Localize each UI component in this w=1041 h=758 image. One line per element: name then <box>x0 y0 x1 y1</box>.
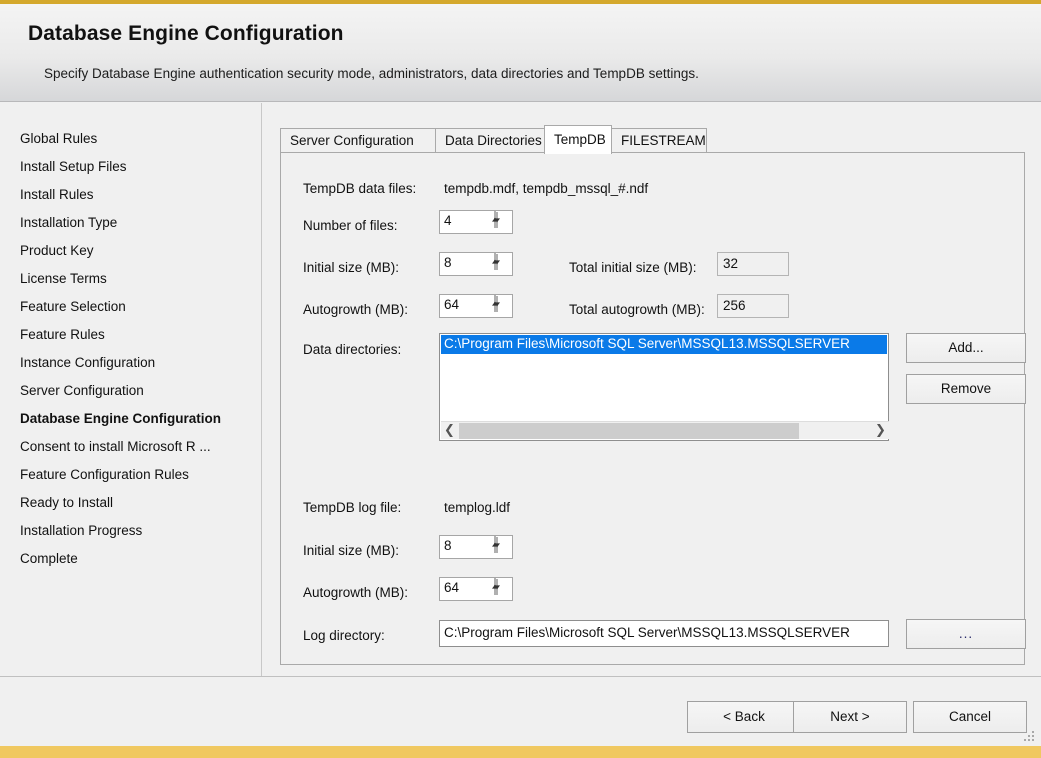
add-directory-button[interactable]: Add... <box>906 333 1026 363</box>
log-initial-size-stepper[interactable]: 8 <box>439 535 513 559</box>
tempdb-data-files-value: tempdb.mdf, tempdb_mssql_#.ndf <box>444 181 649 196</box>
spin-down-icon[interactable] <box>494 254 500 270</box>
sidebar-item[interactable]: Install Rules <box>20 181 260 209</box>
total-initial-size-label: Total initial size (MB): <box>569 260 697 275</box>
log-directory-value: C:\Program Files\Microsoft SQL Server\MS… <box>444 625 850 640</box>
tab-tempdb[interactable]: TempDB <box>544 125 612 154</box>
scroll-right-icon[interactable]: ❯ <box>872 422 889 440</box>
sidebar-item[interactable]: Ready to Install <box>20 489 260 517</box>
sidebar-item[interactable]: Installation Type <box>20 209 260 237</box>
log-initial-size-spin-buttons[interactable] <box>492 536 511 557</box>
data-directories-hscrollbar[interactable]: ❮ ❯ <box>441 421 889 439</box>
wizard-step-list: Global Rules Install Setup Files Install R… <box>20 125 260 573</box>
total-autogrowth-label: Total autogrowth (MB): <box>569 302 705 317</box>
data-directories-selected-item[interactable]: C:\Program Files\Microsoft SQL Server\MS… <box>441 335 887 354</box>
cancel-button[interactable]: Cancel <box>913 701 1027 733</box>
number-of-files-stepper[interactable]: 4 <box>439 210 513 234</box>
total-initial-size-value: 32 <box>723 256 739 271</box>
sidebar-item[interactable]: License Terms <box>20 265 260 293</box>
spin-down-icon[interactable] <box>494 212 500 228</box>
data-initial-size-stepper[interactable]: 8 <box>439 252 513 276</box>
data-initial-size-spin-buttons[interactable] <box>492 253 511 274</box>
total-autogrowth-field: 256 <box>717 294 789 318</box>
data-autogrowth-stepper[interactable]: 64 <box>439 294 513 318</box>
sidebar-item[interactable]: Install Setup Files <box>20 153 260 181</box>
sidebar-item[interactable]: Feature Selection <box>20 293 260 321</box>
spin-down-icon[interactable] <box>494 537 500 553</box>
content-area: Server Configuration Data Directories Temp… <box>263 103 1041 676</box>
tempdb-data-files-label: TempDB data files: <box>303 181 417 196</box>
wizard-footer: < Back Next > Cancel <box>0 677 1041 746</box>
log-autogrowth-stepper[interactable]: 64 <box>439 577 513 601</box>
log-autogrowth-label: Autogrowth (MB): <box>303 585 409 600</box>
sidebar-item[interactable]: Feature Rules <box>20 321 260 349</box>
number-of-files-value: 4 <box>444 213 452 228</box>
tempdb-log-file-value: templog.ldf <box>444 500 511 515</box>
next-button[interactable]: Next > <box>793 701 907 733</box>
remove-directory-button[interactable]: Remove <box>906 374 1026 404</box>
sidebar-item[interactable]: Complete <box>20 545 260 573</box>
spin-down-icon[interactable] <box>494 296 500 312</box>
data-directories-label: Data directories: <box>303 342 402 357</box>
data-autogrowth-label: Autogrowth (MB): <box>303 302 409 317</box>
number-of-files-spin-buttons[interactable] <box>492 211 511 232</box>
sidebar-item[interactable]: Global Rules <box>20 125 260 153</box>
log-directory-input[interactable]: C:\Program Files\Microsoft SQL Server\MS… <box>439 620 889 647</box>
sidebar-item[interactable]: Database Engine Configuration <box>20 405 260 433</box>
log-initial-size-value: 8 <box>444 538 452 553</box>
sidebar-item[interactable]: Consent to install Microsoft R ... <box>20 433 260 461</box>
sidebar-item[interactable]: Installation Progress <box>20 517 260 545</box>
data-directories-listbox[interactable]: C:\Program Files\Microsoft SQL Server\MS… <box>439 333 889 441</box>
sidebar-item[interactable]: Feature Configuration Rules <box>20 461 260 489</box>
scroll-left-icon[interactable]: ❮ <box>441 422 458 440</box>
tab-filestream[interactable]: FILESTREAM <box>611 128 707 153</box>
sidebar-item[interactable]: Product Key <box>20 237 260 265</box>
resize-grip-icon[interactable] <box>1024 731 1036 743</box>
tab-server-configuration[interactable]: Server Configuration <box>280 128 436 153</box>
hscroll-thumb[interactable] <box>459 423 799 439</box>
data-initial-size-label: Initial size (MB): <box>303 260 400 275</box>
bottom-accent-bar <box>0 746 1041 758</box>
wizard-step-sidebar: Global Rules Install Setup Files Install R… <box>0 103 262 676</box>
spin-down-icon[interactable] <box>494 579 500 595</box>
tab-strip: Server Configuration Data Directories Temp… <box>280 125 1025 154</box>
number-of-files-label: Number of files: <box>303 218 398 233</box>
data-autogrowth-value: 64 <box>444 297 460 312</box>
page-subtitle: Specify Database Engine authentication s… <box>44 66 699 81</box>
log-autogrowth-spin-buttons[interactable] <box>492 578 511 599</box>
page-header: Database Engine Configuration Specify Da… <box>0 4 1041 102</box>
back-button[interactable]: < Back <box>687 701 801 733</box>
total-initial-size-field: 32 <box>717 252 789 276</box>
sidebar-item[interactable]: Server Configuration <box>20 377 260 405</box>
log-initial-size-label: Initial size (MB): <box>303 543 400 558</box>
tempdb-tab-panel: TempDB data files: tempdb.mdf, tempdb_ms… <box>280 152 1026 665</box>
total-autogrowth-value: 256 <box>723 298 746 313</box>
page-title: Database Engine Configuration <box>28 22 344 45</box>
log-directory-label: Log directory: <box>303 628 385 643</box>
sidebar-item[interactable]: Instance Configuration <box>20 349 260 377</box>
data-autogrowth-spin-buttons[interactable] <box>492 295 511 316</box>
data-initial-size-value: 8 <box>444 255 452 270</box>
log-autogrowth-value: 64 <box>444 580 460 595</box>
tempdb-log-file-label: TempDB log file: <box>303 500 402 515</box>
log-directory-browse-button[interactable]: ... <box>906 619 1026 649</box>
tab-data-directories[interactable]: Data Directories <box>435 128 545 153</box>
